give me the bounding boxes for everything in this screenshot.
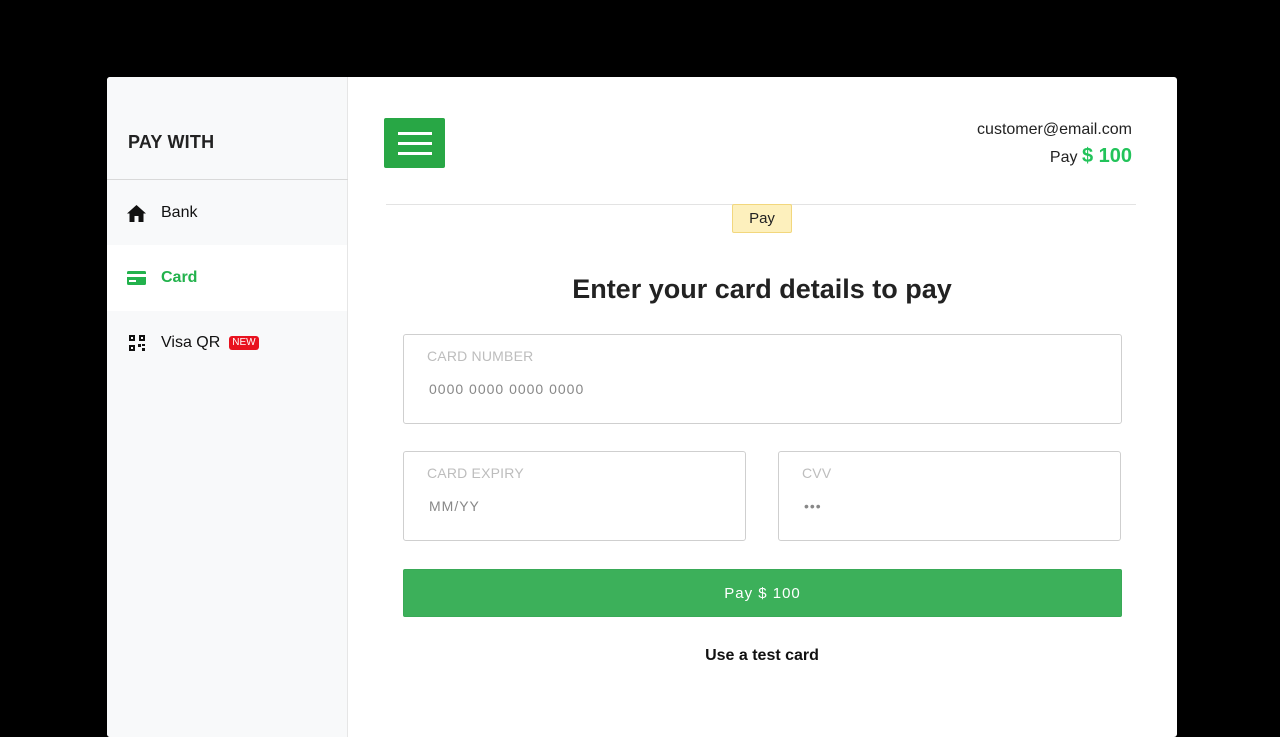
pay-tag: Pay <box>732 204 792 233</box>
cvv-input[interactable] <box>804 498 1077 514</box>
card-number-label: CARD NUMBER <box>427 348 534 364</box>
sidebar-item-label: Visa QR <box>161 334 221 351</box>
sidebar-item-label: Card <box>161 269 198 286</box>
menu-icon <box>397 131 432 135</box>
qr-icon <box>127 334 146 353</box>
card-expiry-label: CARD EXPIRY <box>427 465 524 481</box>
home-icon <box>127 204 146 223</box>
hamburger-menu-button[interactable] <box>384 118 445 168</box>
card-expiry-field[interactable]: CARD EXPIRY <box>403 451 746 541</box>
sidebar-item-card[interactable]: Card <box>107 245 347 311</box>
customer-email: customer@email.com <box>977 121 1132 138</box>
payment-modal: PAY WITH Bank Card Visa QR NEW customer@… <box>107 77 1177 737</box>
card-number-field[interactable]: CARD NUMBER <box>403 334 1122 424</box>
cvv-label: CVV <box>802 465 832 481</box>
customer-summary: customer@email.com Pay $ 100 <box>977 121 1132 168</box>
sidebar-item-visa-qr[interactable]: Visa QR NEW <box>107 310 347 376</box>
sidebar: PAY WITH Bank Card Visa QR NEW <box>107 77 348 737</box>
sidebar-item-label: Bank <box>161 204 198 221</box>
card-number-input[interactable] <box>429 381 1003 397</box>
sidebar-title: PAY WITH <box>128 132 215 152</box>
new-badge: NEW <box>229 336 259 350</box>
card-expiry-input[interactable] <box>429 498 702 514</box>
pay-prefix: Pay <box>1049 149 1078 166</box>
pay-button[interactable]: Pay $ 100 <box>403 569 1122 617</box>
card-icon <box>127 269 146 288</box>
pay-amount-row: Pay $ 100 <box>977 145 1132 168</box>
page-title: Enter your card details to pay <box>572 274 952 304</box>
use-test-card-link[interactable]: Use a test card <box>348 647 1176 665</box>
main-panel: customer@email.com Pay $ 100 Pay Enter y… <box>348 77 1177 737</box>
sidebar-item-bank[interactable]: Bank <box>107 180 347 246</box>
pay-amount: $ 100 <box>1081 145 1132 167</box>
cvv-field[interactable]: CVV <box>778 451 1121 541</box>
